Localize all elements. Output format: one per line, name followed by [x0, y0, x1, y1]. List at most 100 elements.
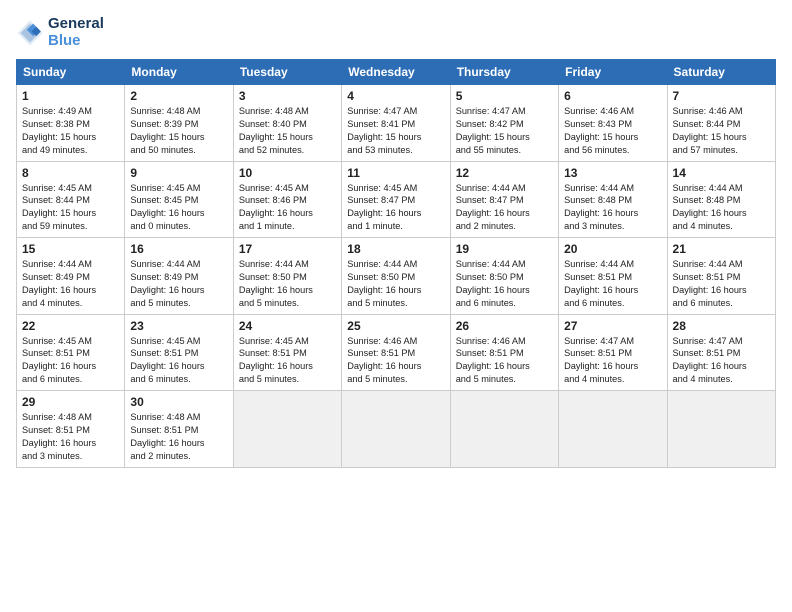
- day-info: Sunrise: 4:48 AMSunset: 8:39 PMDaylight:…: [130, 105, 227, 157]
- day-number: 14: [673, 166, 770, 180]
- day-number: 28: [673, 319, 770, 333]
- day-number: 17: [239, 242, 336, 256]
- day-cell: [233, 391, 341, 468]
- day-number: 27: [564, 319, 661, 333]
- day-info: Sunrise: 4:44 AMSunset: 8:49 PMDaylight:…: [130, 258, 227, 310]
- day-cell: 12Sunrise: 4:44 AMSunset: 8:47 PMDayligh…: [450, 161, 558, 238]
- weekday-monday: Monday: [125, 60, 233, 85]
- day-cell: 1 Sunrise: 4:49 AMSunset: 8:38 PMDaylight…: [17, 85, 125, 162]
- calendar-table: SundayMondayTuesdayWednesdayThursdayFrid…: [16, 59, 776, 468]
- day-info: Sunrise: 4:44 AMSunset: 8:48 PMDaylight:…: [673, 182, 770, 234]
- day-cell: 16 Sunrise: 4:44 AMSunset: 8:49 PMDayligh…: [125, 238, 233, 315]
- week-row-2: 8 Sunrise: 4:45 AMSunset: 8:44 PMDaylight…: [17, 161, 776, 238]
- day-cell: 13 Sunrise: 4:44 AMSunset: 8:48 PMDayligh…: [559, 161, 667, 238]
- day-info: Sunrise: 4:47 AMSunset: 8:51 PMDaylight:…: [564, 335, 661, 387]
- weekday-sunday: Sunday: [17, 60, 125, 85]
- week-row-5: 29 Sunrise: 4:48 AMSunset: 8:51 PMDayligh…: [17, 391, 776, 468]
- day-number: 7: [673, 89, 770, 103]
- week-row-3: 15Sunrise: 4:44 AMSunset: 8:49 PMDayligh…: [17, 238, 776, 315]
- day-cell: 8 Sunrise: 4:45 AMSunset: 8:44 PMDaylight…: [17, 161, 125, 238]
- day-info: Sunrise: 4:49 AMSunset: 8:38 PMDaylight:…: [22, 105, 119, 157]
- day-number: 11: [347, 166, 444, 180]
- day-number: 18: [347, 242, 444, 256]
- day-cell: 14 Sunrise: 4:44 AMSunset: 8:48 PMDayligh…: [667, 161, 775, 238]
- day-number: 5: [456, 89, 553, 103]
- day-cell: 22 Sunrise: 4:45 AMSunset: 8:51 PMDayligh…: [17, 314, 125, 391]
- day-info: Sunrise: 4:45 AMSunset: 8:51 PMDaylight:…: [22, 335, 119, 387]
- day-info: Sunrise: 4:47 AMSunset: 8:41 PMDaylight:…: [347, 105, 444, 157]
- day-cell: 15Sunrise: 4:44 AMSunset: 8:49 PMDayligh…: [17, 238, 125, 315]
- day-number: 3: [239, 89, 336, 103]
- day-number: 9: [130, 166, 227, 180]
- day-cell: 27 Sunrise: 4:47 AMSunset: 8:51 PMDayligh…: [559, 314, 667, 391]
- calendar-body: 1 Sunrise: 4:49 AMSunset: 8:38 PMDaylight…: [17, 85, 776, 468]
- day-number: 10: [239, 166, 336, 180]
- logo: General Blue: [16, 16, 104, 49]
- day-number: 26: [456, 319, 553, 333]
- day-info: Sunrise: 4:44 AMSunset: 8:51 PMDaylight:…: [564, 258, 661, 310]
- day-number: 1: [22, 89, 119, 103]
- logo-icon: [16, 19, 44, 47]
- day-number: 23: [130, 319, 227, 333]
- day-cell: 20 Sunrise: 4:44 AMSunset: 8:51 PMDayligh…: [559, 238, 667, 315]
- day-info: Sunrise: 4:45 AMSunset: 8:44 PMDaylight:…: [22, 182, 119, 234]
- day-info: Sunrise: 4:48 AMSunset: 8:40 PMDaylight:…: [239, 105, 336, 157]
- weekday-thursday: Thursday: [450, 60, 558, 85]
- day-cell: 28 Sunrise: 4:47 AMSunset: 8:51 PMDayligh…: [667, 314, 775, 391]
- weekday-wednesday: Wednesday: [342, 60, 450, 85]
- day-info: Sunrise: 4:44 AMSunset: 8:50 PMDaylight:…: [456, 258, 553, 310]
- day-info: Sunrise: 4:46 AMSunset: 8:51 PMDaylight:…: [456, 335, 553, 387]
- day-cell: 26 Sunrise: 4:46 AMSunset: 8:51 PMDayligh…: [450, 314, 558, 391]
- day-number: 30: [130, 395, 227, 409]
- day-info: Sunrise: 4:48 AMSunset: 8:51 PMDaylight:…: [130, 411, 227, 463]
- weekday-saturday: Saturday: [667, 60, 775, 85]
- day-cell: 2 Sunrise: 4:48 AMSunset: 8:39 PMDaylight…: [125, 85, 233, 162]
- day-cell: 23 Sunrise: 4:45 AMSunset: 8:51 PMDayligh…: [125, 314, 233, 391]
- day-cell: [450, 391, 558, 468]
- day-number: 13: [564, 166, 661, 180]
- day-cell: 19Sunrise: 4:44 AMSunset: 8:50 PMDayligh…: [450, 238, 558, 315]
- day-cell: 10 Sunrise: 4:45 AMSunset: 8:46 PMDayligh…: [233, 161, 341, 238]
- day-info: Sunrise: 4:45 AMSunset: 8:51 PMDaylight:…: [130, 335, 227, 387]
- day-info: Sunrise: 4:44 AMSunset: 8:51 PMDaylight:…: [673, 258, 770, 310]
- day-info: Sunrise: 4:44 AMSunset: 8:49 PMDaylight:…: [22, 258, 119, 310]
- day-number: 20: [564, 242, 661, 256]
- day-number: 4: [347, 89, 444, 103]
- day-info: Sunrise: 4:44 AMSunset: 8:50 PMDaylight:…: [347, 258, 444, 310]
- weekday-tuesday: Tuesday: [233, 60, 341, 85]
- day-cell: 3 Sunrise: 4:48 AMSunset: 8:40 PMDaylight…: [233, 85, 341, 162]
- week-row-4: 22 Sunrise: 4:45 AMSunset: 8:51 PMDayligh…: [17, 314, 776, 391]
- logo-text: General Blue: [48, 16, 104, 49]
- day-cell: 17Sunrise: 4:44 AMSunset: 8:50 PMDayligh…: [233, 238, 341, 315]
- day-number: 24: [239, 319, 336, 333]
- day-info: Sunrise: 4:45 AMSunset: 8:45 PMDaylight:…: [130, 182, 227, 234]
- day-cell: 24 Sunrise: 4:45 AMSunset: 8:51 PMDayligh…: [233, 314, 341, 391]
- day-info: Sunrise: 4:45 AMSunset: 8:51 PMDaylight:…: [239, 335, 336, 387]
- day-info: Sunrise: 4:45 AMSunset: 8:46 PMDaylight:…: [239, 182, 336, 234]
- day-number: 25: [347, 319, 444, 333]
- day-number: 16: [130, 242, 227, 256]
- day-cell: 4 Sunrise: 4:47 AMSunset: 8:41 PMDaylight…: [342, 85, 450, 162]
- day-cell: [667, 391, 775, 468]
- day-number: 2: [130, 89, 227, 103]
- day-info: Sunrise: 4:48 AMSunset: 8:51 PMDaylight:…: [22, 411, 119, 463]
- day-info: Sunrise: 4:46 AMSunset: 8:44 PMDaylight:…: [673, 105, 770, 157]
- day-cell: 6Sunrise: 4:46 AMSunset: 8:43 PMDaylight…: [559, 85, 667, 162]
- day-info: Sunrise: 4:47 AMSunset: 8:42 PMDaylight:…: [456, 105, 553, 157]
- day-number: 22: [22, 319, 119, 333]
- day-number: 8: [22, 166, 119, 180]
- day-info: Sunrise: 4:44 AMSunset: 8:47 PMDaylight:…: [456, 182, 553, 234]
- day-cell: 11Sunrise: 4:45 AMSunset: 8:47 PMDayligh…: [342, 161, 450, 238]
- page-container: General Blue SundayMondayTuesdayWednesda…: [0, 0, 792, 478]
- weekday-header-row: SundayMondayTuesdayWednesdayThursdayFrid…: [17, 60, 776, 85]
- day-number: 29: [22, 395, 119, 409]
- day-cell: 5 Sunrise: 4:47 AMSunset: 8:42 PMDaylight…: [450, 85, 558, 162]
- day-info: Sunrise: 4:47 AMSunset: 8:51 PMDaylight:…: [673, 335, 770, 387]
- day-cell: [559, 391, 667, 468]
- day-info: Sunrise: 4:46 AMSunset: 8:51 PMDaylight:…: [347, 335, 444, 387]
- day-info: Sunrise: 4:44 AMSunset: 8:48 PMDaylight:…: [564, 182, 661, 234]
- day-cell: 25 Sunrise: 4:46 AMSunset: 8:51 PMDayligh…: [342, 314, 450, 391]
- day-number: 6: [564, 89, 661, 103]
- day-cell: 7 Sunrise: 4:46 AMSunset: 8:44 PMDaylight…: [667, 85, 775, 162]
- day-cell: 9 Sunrise: 4:45 AMSunset: 8:45 PMDaylight…: [125, 161, 233, 238]
